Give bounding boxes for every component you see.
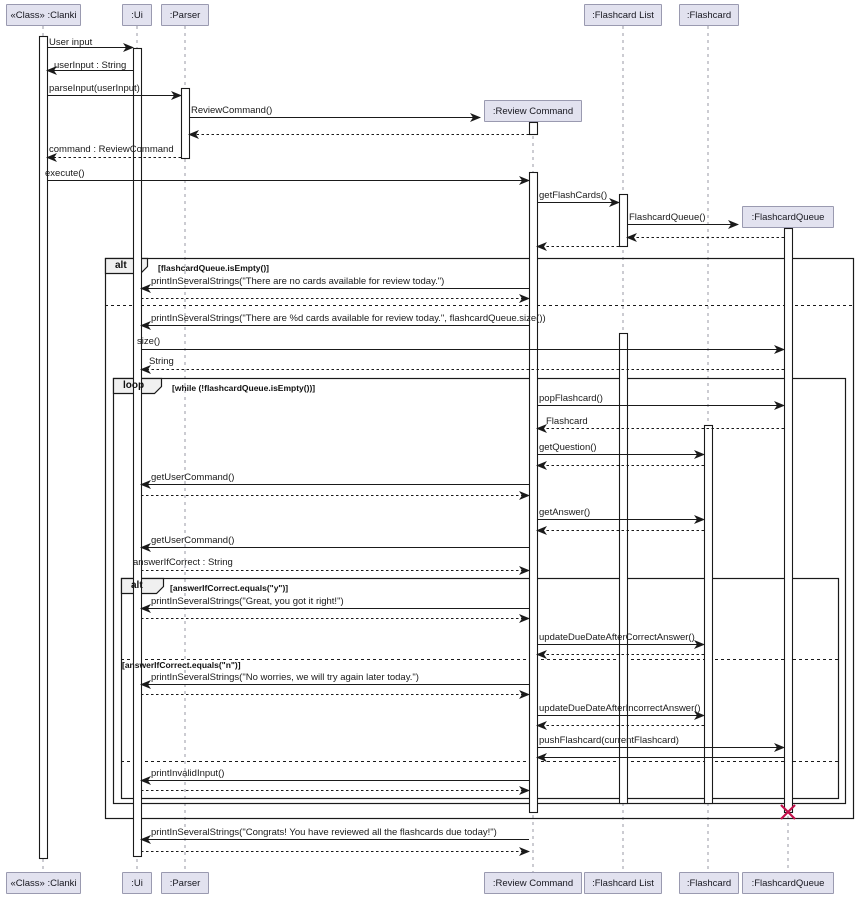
message-label-m03: parseInput(userInput) — [49, 84, 140, 94]
fragment-guard-alt-outer: [flashcardQueue.isEmpty()] — [158, 264, 269, 273]
message-label-m14: printInSeveralStrings("There are %d card… — [151, 314, 546, 324]
message-label-m17: popFlashcard() — [539, 394, 603, 404]
fragment-keyword-alt-outer: alt — [115, 261, 127, 271]
participant-clanki-top[interactable]: «Class» :Clanki — [6, 4, 81, 26]
message-label-m33: updateDueDateAfterIncorrectAnswer() — [539, 704, 701, 714]
participant-clanki-bottom[interactable]: «Class» :Clanki — [6, 872, 81, 894]
message-label-m16: String — [149, 357, 174, 367]
participant-ui-bottom[interactable]: :Ui — [122, 872, 152, 894]
message-label-m08: getFlashCards() — [539, 191, 607, 201]
participant-fcl-bottom[interactable]: :Flashcard List — [584, 872, 662, 894]
activation-bar-fcl-6 — [620, 334, 628, 804]
message-label-m25: getUserCommand() — [151, 536, 234, 546]
activation-bar-review-3 — [530, 123, 538, 135]
activation-bar-flashcard-7 — [705, 426, 713, 804]
fragment-keyword-loop: loop — [123, 381, 144, 391]
fragment-keyword-alt-inner: alt — [131, 581, 143, 591]
message-label-m15: size() — [137, 337, 160, 347]
participant-queue-top[interactable]: :FlashcardQueue — [742, 206, 834, 228]
participant-parser-bottom[interactable]: :Parser — [161, 872, 209, 894]
activation-bar-ui-1 — [134, 49, 142, 857]
participant-flashcard-top[interactable]: :Flashcard — [679, 4, 739, 26]
activation-bar-queue-8 — [785, 229, 793, 813]
diagram-graphics — [0, 0, 855, 897]
message-label-m21: getUserCommand() — [151, 473, 234, 483]
fragment-box-alt-inner — [122, 579, 839, 799]
message-label-m31: printInSeveralStrings("No worries, we wi… — [151, 673, 419, 683]
activation-bar-parser-2 — [182, 89, 190, 159]
participant-parser-top[interactable]: :Parser — [161, 4, 209, 26]
participant-ui-top[interactable]: :Ui — [122, 4, 152, 26]
participant-review-top[interactable]: :Review Command — [484, 100, 582, 122]
activation-bar-fcl-5 — [620, 195, 628, 247]
message-label-m27: printInSeveralStrings("Great, you got it… — [151, 597, 344, 607]
message-label-m37: printInvalidInput() — [151, 769, 224, 779]
sequence-diagram-canvas: «Class» :Clanki «Class» :Clanki :Ui :Ui :Par… — [0, 0, 855, 897]
fragment-else-guard-alt-inner-0: [answerIfCorrect.equals("n")] — [122, 661, 241, 670]
message-label-m35: pushFlashcard(currentFlashcard) — [539, 736, 679, 746]
activation-bar-review-4 — [530, 173, 538, 813]
participant-review-bottom[interactable]: :Review Command — [484, 872, 582, 894]
message-label-m23: getAnswer() — [539, 508, 590, 518]
fragment-guard-alt-inner: [answerIfCorrect.equals("y")] — [170, 584, 288, 593]
message-label-m09: FlashcardQueue() — [629, 213, 706, 223]
activation-bar-clanki-0 — [40, 37, 48, 859]
message-label-m39: printInSeveralStrings("Congrats! You hav… — [151, 828, 497, 838]
fragment-guard-loop: [while (!flashcardQueue.isEmpty())] — [172, 384, 315, 393]
message-label-m12: printInSeveralStrings("There are no card… — [151, 277, 444, 287]
message-label-m29: updateDueDateAfterCorrectAnswer() — [539, 633, 695, 643]
participant-fcl-top[interactable]: :Flashcard List — [584, 4, 662, 26]
message-label-m02: userInput : String — [54, 61, 126, 71]
participant-flashcard-bottom[interactable]: :Flashcard — [679, 872, 739, 894]
message-label-m07: execute() — [45, 169, 85, 179]
message-label-m18: Flashcard — [546, 417, 588, 427]
participant-queue-bottom[interactable]: :FlashcardQueue — [742, 872, 834, 894]
message-label-m04: ReviewCommand() — [191, 106, 272, 116]
message-label-m19: getQuestion() — [539, 443, 597, 453]
message-label-m01: User input — [49, 38, 92, 48]
message-label-m26: answerIfCorrect : String — [133, 558, 233, 568]
message-label-m06: command : ReviewCommand — [49, 145, 174, 155]
